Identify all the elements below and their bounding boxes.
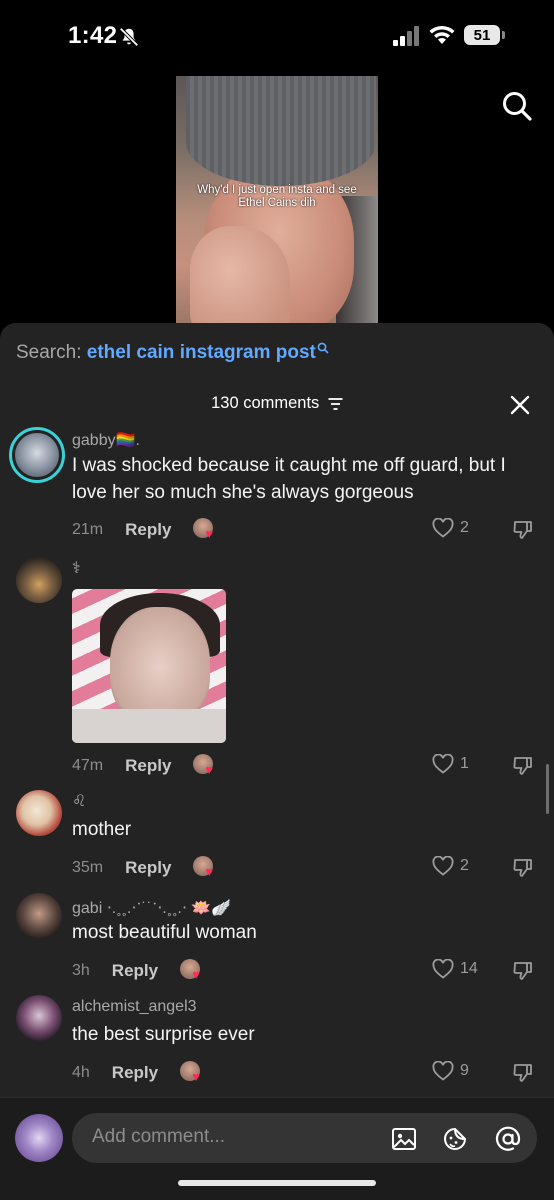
image-icon[interactable]	[390, 1125, 418, 1153]
comment-username[interactable]: alchemist_angel3	[72, 998, 197, 1016]
reply-button[interactable]: Reply	[125, 756, 171, 776]
heart-icon	[432, 856, 454, 876]
battery-icon: 51	[464, 25, 506, 47]
like-button[interactable]: 2	[432, 856, 469, 876]
reply-button[interactable]: Reply	[125, 858, 171, 878]
dislike-icon[interactable]	[512, 755, 534, 777]
comment-meta: 3h Reply ♥	[72, 959, 206, 983]
comment-time: 47m	[72, 757, 104, 774]
video-hand	[190, 226, 290, 328]
creator-liked-badge: ♥	[180, 1061, 206, 1085]
like-count: 1	[460, 755, 469, 772]
emoji-icon[interactable]	[441, 1125, 469, 1153]
dislike-icon[interactable]	[512, 519, 534, 541]
search-prefix: Search:	[16, 342, 87, 363]
comment-meta: 4h Reply ♥	[72, 1061, 206, 1085]
like-button[interactable]: 2	[432, 518, 469, 538]
heart-icon	[432, 1061, 454, 1081]
comment-meta: 21m Reply ♥	[72, 518, 219, 542]
comment-text: the best surprise ever	[72, 1024, 255, 1045]
video-overlay-text: Why'd I just open insta and see Ethel Ca…	[197, 184, 357, 209]
search-suggestion[interactable]: Search: ethel cain instagram post	[16, 342, 329, 364]
video-thumbnail[interactable]: Why'd I just open insta and see Ethel Ca…	[176, 76, 378, 328]
creator-liked-badge: ♥	[180, 959, 206, 983]
comment-text: mother	[72, 819, 132, 840]
avatar[interactable]	[16, 995, 62, 1041]
comment-username[interactable]: ⚕	[72, 558, 81, 578]
comment-text: most beautiful woman	[72, 922, 257, 943]
search-icon[interactable]	[501, 90, 533, 122]
heart-icon	[432, 518, 454, 538]
comment-image[interactable]	[72, 589, 226, 743]
like-button[interactable]: 9	[432, 1061, 469, 1081]
heart-icon	[432, 959, 454, 979]
search-query[interactable]: ethel cain instagram post	[87, 342, 316, 363]
like-count: 2	[460, 857, 469, 874]
bell-slash-icon	[119, 27, 139, 47]
avatar[interactable]	[16, 557, 62, 603]
comment-username[interactable]: gabi ⋅.˳˳.⋅ॱ˙˙ॱ⋅.˳˳.⋅ 🪷🪽	[72, 896, 231, 918]
reply-button[interactable]: Reply	[112, 961, 158, 981]
creator-liked-badge: ♥	[193, 856, 219, 880]
heart-icon	[432, 754, 454, 774]
like-count: 14	[460, 960, 478, 977]
status-time: 1:42	[68, 22, 118, 49]
comments-count: 130 comments	[211, 394, 320, 412]
battery-level: 51	[464, 25, 500, 45]
scrollbar[interactable]	[546, 764, 549, 814]
like-count: 2	[460, 519, 469, 536]
comment-input-bar: Add comment...	[0, 1097, 554, 1200]
reply-button[interactable]: Reply	[112, 1063, 158, 1083]
comment-meta: 35m Reply ♥	[72, 856, 219, 880]
creator-liked-badge: ♥	[193, 754, 219, 778]
home-indicator[interactable]	[178, 1180, 376, 1186]
status-bar: 1:42 51	[0, 0, 554, 72]
signal-icon	[393, 26, 419, 46]
comment-username[interactable]: ♌	[72, 791, 86, 811]
avatar[interactable]	[16, 893, 62, 939]
comment-input[interactable]: Add comment...	[72, 1113, 537, 1163]
comment-input-placeholder: Add comment...	[92, 1126, 226, 1147]
like-count: 9	[460, 1062, 469, 1079]
close-icon[interactable]	[508, 393, 532, 417]
comment-time: 3h	[72, 962, 90, 979]
at-icon[interactable]	[494, 1125, 522, 1153]
comment-time: 35m	[72, 859, 104, 876]
search-icon	[317, 342, 329, 354]
comment-meta: 47m Reply ♥	[72, 754, 219, 778]
avatar[interactable]	[16, 790, 62, 836]
comments-sheet: Search: ethel cain instagram post 130 co…	[0, 323, 554, 1200]
dislike-icon[interactable]	[512, 857, 534, 879]
avatar[interactable]	[15, 1114, 63, 1162]
filter-icon[interactable]	[328, 397, 343, 410]
dislike-icon[interactable]	[512, 960, 534, 982]
comment-text: I was shocked because it caught me off g…	[72, 455, 506, 503]
reply-button[interactable]: Reply	[125, 520, 171, 540]
like-button[interactable]: 1	[432, 754, 469, 774]
wifi-icon	[429, 25, 455, 44]
like-button[interactable]: 14	[432, 959, 478, 979]
video-beanie	[186, 76, 376, 186]
creator-liked-badge: ♥	[193, 518, 219, 542]
avatar[interactable]	[9, 427, 65, 483]
comments-header: 130 comments	[0, 394, 554, 413]
comment-username[interactable]: gabby🏳️‍🌈.	[72, 430, 140, 450]
dislike-icon[interactable]	[512, 1062, 534, 1084]
comment-time: 21m	[72, 521, 104, 538]
comment-time: 4h	[72, 1064, 90, 1081]
